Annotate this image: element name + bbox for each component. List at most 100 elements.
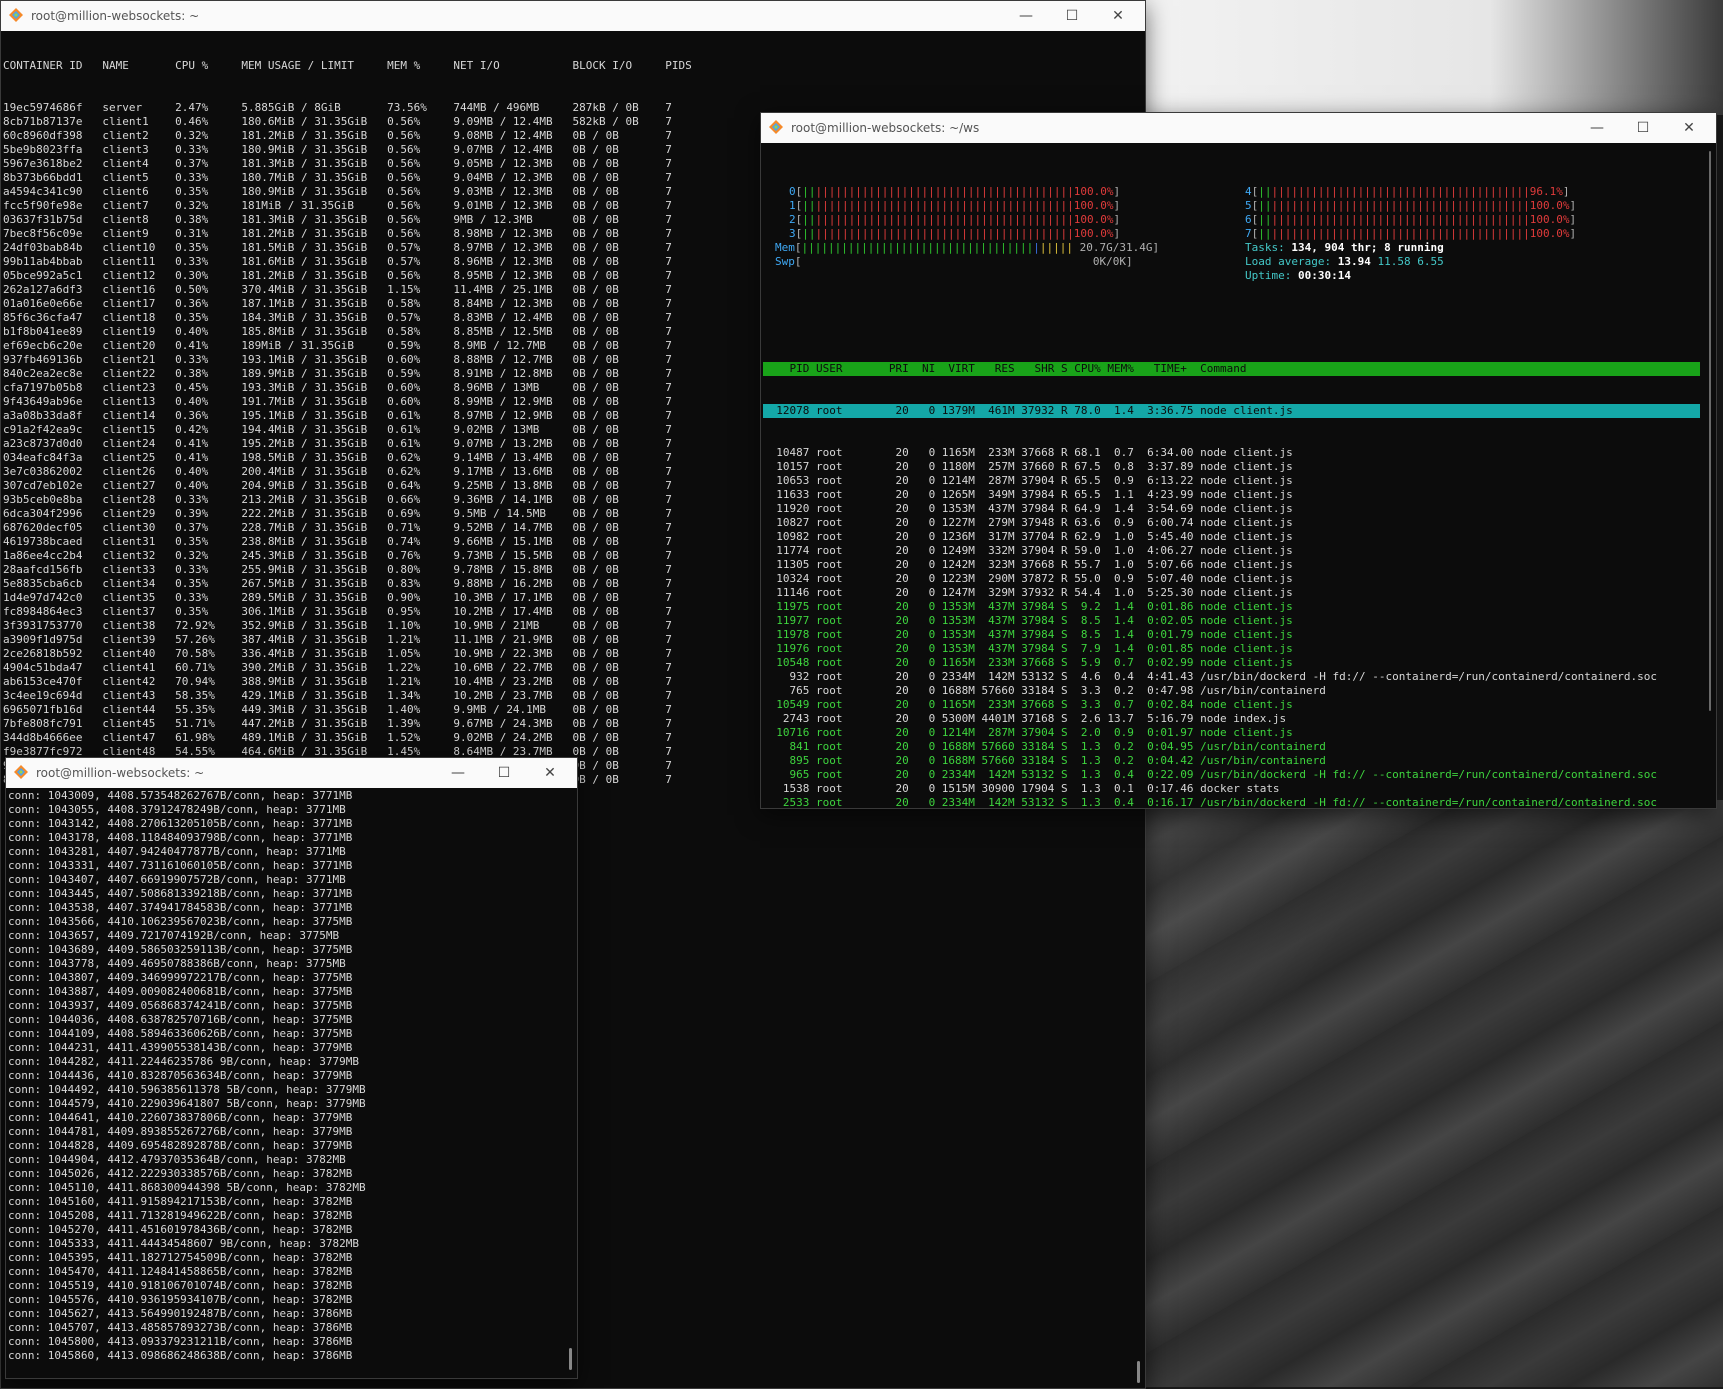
swap-value: 0K/0K — [1092, 255, 1127, 268]
cpu-meter-value: 100.0% — [1073, 199, 1114, 212]
scrollbar-thumb[interactable] — [1137, 1361, 1140, 1383]
close-button[interactable]: ✕ — [527, 758, 573, 788]
swap-meter: Swp[ 0K/0K] — [775, 255, 1133, 269]
log-line: conn: 1043281, 4407.94240477877B/conn, h… — [8, 845, 346, 858]
process-row[interactable]: 11774 root 20 0 1249M 332M 37904 R 59.0 … — [763, 544, 1700, 558]
cpu-bar-system: ||||||||||||||||||||||||||||||||||||||| — [1271, 227, 1530, 240]
process-row[interactable]: 10487 root 20 0 1165M 233M 37668 R 68.1 … — [763, 446, 1700, 460]
title-bar[interactable]: root@million-websockets: ~/ws — ☐ ✕ — [761, 113, 1716, 143]
log-line: conn: 1043887, 4409.009082400681B/conn, … — [8, 985, 353, 998]
process-row[interactable]: 10157 root 20 0 1180M 257M 37660 R 67.5 … — [763, 460, 1700, 474]
cpu-meter-id: 4 — [1245, 185, 1252, 198]
scrollbar[interactable] — [1700, 143, 1716, 808]
process-row[interactable]: 10716 root 20 0 1214M 287M 37904 S 2.0 0… — [763, 726, 1700, 740]
log-line: conn: 1044109, 4408.589463360626B/conn, … — [8, 1027, 353, 1040]
scrollbar-thumb[interactable] — [1709, 151, 1711, 711]
maximize-button[interactable]: ☐ — [1049, 1, 1095, 31]
terminal-window-htop[interactable]: root@million-websockets: ~/ws — ☐ ✕ 0[||… — [760, 112, 1717, 809]
swap-label: Swp — [775, 255, 795, 268]
process-row[interactable]: 10549 root 20 0 1165M 233M 37668 S 3.3 0… — [763, 698, 1700, 712]
memory-bar-cache: ||||| — [1039, 241, 1074, 254]
cpu-meter-1: 1[||||||||||||||||||||||||||||||||||||||… — [789, 199, 1120, 213]
terminal-output[interactable]: conn: 1043009, 4408.573548262767B/conn, … — [6, 789, 561, 1378]
memory-value: 20.7G/31.4G — [1079, 241, 1153, 254]
cpu-bar: ||||||||||||||||||||||||||||||||||||||||… — [802, 227, 1074, 240]
process-row[interactable]: 11976 root 20 0 1353M 437M 37984 S 7.9 1… — [763, 642, 1700, 656]
process-row[interactable]: 1538 root 20 0 1515M 30900 17904 S 1.3 0… — [763, 782, 1700, 796]
minimize-button[interactable]: — — [1003, 1, 1049, 31]
process-row-selected[interactable]: 12078 root 20 0 1379M 461M 37932 R 78.0 … — [763, 404, 1700, 418]
cpu-meter-0: 0[||||||||||||||||||||||||||||||||||||||… — [789, 185, 1120, 199]
log-line: conn: 1044828, 4409.695482892878B/conn, … — [8, 1139, 353, 1152]
log-line: conn: 1045470, 4411.124841458865B/conn, … — [8, 1265, 353, 1278]
log-line: conn: 1044781, 4409.893855267276B/conn, … — [8, 1125, 353, 1138]
process-row[interactable]: 841 root 20 0 1688M 57660 33184 S 1.3 0.… — [763, 740, 1700, 754]
process-row[interactable]: 10548 root 20 0 1165M 233M 37668 S 5.9 0… — [763, 656, 1700, 670]
tasks-value: 134, 904 thr; 8 running — [1291, 241, 1444, 254]
cpu-meter-value: 100.0% — [1073, 213, 1114, 226]
scrollbar[interactable] — [561, 788, 577, 1378]
process-row[interactable]: 965 root 20 0 2334M 142M 53132 S 1.3 0.4… — [763, 768, 1700, 782]
process-row[interactable]: 895 root 20 0 1688M 57660 33184 S 1.3 0.… — [763, 754, 1700, 768]
process-row[interactable]: 11920 root 20 0 1353M 437M 37984 R 64.9 … — [763, 502, 1700, 516]
load-label: Load average: — [1245, 255, 1332, 268]
htop-screen[interactable]: 0[||||||||||||||||||||||||||||||||||||||… — [761, 157, 1700, 808]
scrollbar-thumb[interactable] — [569, 1348, 572, 1370]
cpu-meter-value: 100.0% — [1529, 213, 1570, 226]
process-row[interactable]: 932 root 20 0 2334M 142M 53132 S 4.6 0.4… — [763, 670, 1700, 684]
log-line: conn: 1043807, 4409.346999972217B/conn, … — [8, 971, 353, 984]
process-row[interactable]: 11146 root 20 0 1247M 329M 37932 R 54.4 … — [763, 586, 1700, 600]
uptime-label: Uptime: — [1245, 269, 1292, 282]
close-button[interactable]: ✕ — [1095, 1, 1141, 31]
process-row[interactable]: 11977 root 20 0 1353M 437M 37984 S 8.5 1… — [763, 614, 1700, 628]
minimize-button[interactable]: — — [435, 758, 481, 788]
cpu-bar-user: || — [802, 199, 816, 212]
process-row[interactable]: 10324 root 20 0 1223M 290M 37872 R 55.0 … — [763, 572, 1700, 586]
cpu-bar-user: || — [1258, 213, 1272, 226]
window-title: root@million-websockets: ~ — [31, 9, 200, 23]
process-row[interactable]: 10982 root 20 0 1236M 317M 37704 R 62.9 … — [763, 530, 1700, 544]
cpu-bar: ||||||||||||||||||||||||||||||||||||||||… — [1258, 227, 1530, 240]
stats-header: CONTAINER ID NAME CPU % MEM USAGE / LIMI… — [3, 59, 692, 72]
load-average-meter: Load average: 13.94 11.58 6.55 — [1245, 255, 1450, 269]
swap-bar-empty — [802, 255, 1093, 268]
memory-meter: Mem[||||||||||||||||||||||||||||||||||||… — [775, 241, 1159, 255]
cpu-bar-user: || — [802, 185, 816, 198]
process-row[interactable]: 765 root 20 0 1688M 57660 33184 S 3.3 0.… — [763, 684, 1700, 698]
process-row[interactable]: 10827 root 20 0 1227M 279M 37948 R 63.6 … — [763, 516, 1700, 530]
process-row[interactable]: 11633 root 20 0 1265M 349M 37984 R 65.5 … — [763, 488, 1700, 502]
cpu-bar-user: || — [1258, 185, 1272, 198]
terminal-window-conn-log[interactable]: root@million-websockets: ~ — ☐ ✕ conn: 1… — [5, 757, 578, 1379]
title-bar[interactable]: root@million-websockets: ~ — ☐ ✕ — [1, 1, 1145, 31]
cpu-meter-value: 96.1% — [1529, 185, 1563, 198]
process-row[interactable]: 11975 root 20 0 1353M 437M 37984 S 9.2 1… — [763, 600, 1700, 614]
process-row[interactable]: 11978 root 20 0 1353M 437M 37984 S 8.5 1… — [763, 628, 1700, 642]
bar-close-bracket: ] — [1113, 199, 1121, 212]
process-row[interactable]: 2743 root 20 0 5300M 4401M 37168 S 2.6 1… — [763, 712, 1700, 726]
process-table-header[interactable]: PID USER PRI NI VIRT RES SHR S CPU% MEM%… — [763, 362, 1700, 376]
maximize-button[interactable]: ☐ — [481, 758, 527, 788]
process-row[interactable]: 11305 root 20 0 1242M 323M 37668 R 55.7 … — [763, 558, 1700, 572]
cpu-bar-user: || — [1258, 199, 1272, 212]
log-line: conn: 1045627, 4413.564990192487B/conn, … — [8, 1307, 353, 1320]
process-list[interactable]: 10487 root 20 0 1165M 233M 37668 R 68.1 … — [763, 446, 1700, 808]
log-line: conn: 1044579, 4410.229039641807 5B/conn… — [8, 1097, 366, 1110]
cpu-bar: ||||||||||||||||||||||||||||||||||||||||… — [802, 185, 1074, 198]
minimize-button[interactable]: — — [1574, 113, 1620, 143]
maximize-button[interactable]: ☐ — [1620, 113, 1666, 143]
bar-close-bracket: ] — [1113, 185, 1121, 198]
cpu-bar-system: ||||||||||||||||||||||||||||||||||||||| — [1271, 199, 1530, 212]
cpu-bar-system: ||||||||||||||||||||||||||||||||||||||| — [1271, 213, 1530, 226]
title-bar[interactable]: root@million-websockets: ~ — ☐ ✕ — [6, 758, 577, 788]
process-row[interactable]: 2533 root 20 0 2334M 142M 53132 S 1.3 0.… — [763, 796, 1700, 808]
log-line: conn: 1043445, 4407.508681339218B/conn, … — [8, 887, 353, 900]
close-button[interactable]: ✕ — [1666, 113, 1712, 143]
bar-close-bracket: ] — [1152, 241, 1160, 254]
wallpaper-light-region — [1140, 0, 1723, 115]
cpu-meter-2: 2[||||||||||||||||||||||||||||||||||||||… — [789, 213, 1120, 227]
process-row[interactable]: 10653 root 20 0 1214M 287M 37904 R 65.5 … — [763, 474, 1700, 488]
